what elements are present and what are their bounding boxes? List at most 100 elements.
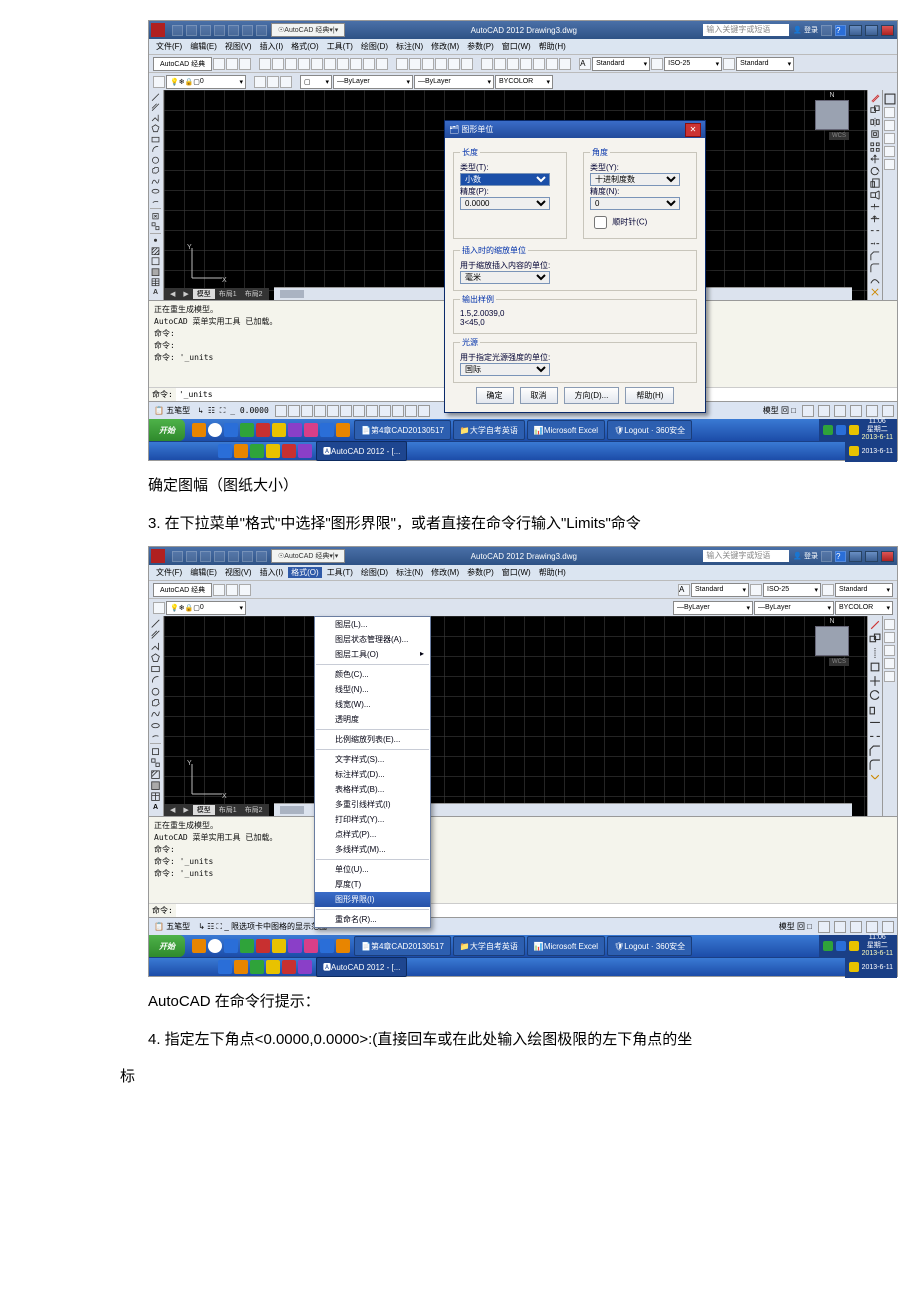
format-menu-item[interactable]: 比例缩放列表(E)... <box>315 732 430 747</box>
ws-icon[interactable] <box>818 405 830 417</box>
task2-2[interactable]: 📁 大学自考英语 <box>453 936 525 956</box>
status-right[interactable]: 模型 回 □ <box>761 405 798 416</box>
model-tabs2[interactable]: ◀▶ 模型 布局1布局2 <box>164 804 269 816</box>
ql3-icon[interactable] <box>240 423 254 437</box>
insert2-icon[interactable] <box>150 747 161 756</box>
menu2-format[interactable]: 格式(O) <box>288 567 322 578</box>
format-menu-item[interactable]: 打印样式(Y)... <box>315 812 430 827</box>
tab-model[interactable]: 模型 <box>193 289 215 299</box>
tb-dc-icon[interactable] <box>494 58 506 70</box>
print2-icon[interactable] <box>228 551 239 562</box>
arc2-icon[interactable] <box>150 675 161 684</box>
modify-toolbar2-r2[interactable] <box>882 616 897 816</box>
direction-button[interactable]: 方向(D)... <box>564 387 620 404</box>
format-menu-item[interactable]: 线型(N)... <box>315 682 430 697</box>
sc-toggle[interactable] <box>418 405 430 417</box>
layer-combo[interactable]: 💡❄🔒▢ 0 <box>166 75 246 89</box>
linetype-combo2[interactable]: — ByLayer <box>673 601 753 615</box>
arc-icon[interactable] <box>150 145 161 153</box>
ime2-indicator[interactable]: 📋 五笔型 <box>152 921 192 932</box>
minimize-button[interactable] <box>849 25 862 36</box>
close-button[interactable] <box>881 25 894 36</box>
menu-modify[interactable]: 修改(M) <box>428 41 462 52</box>
ql1-icon[interactable] <box>192 423 206 437</box>
plotstyle-combo[interactable]: BYCOLOR <box>495 75 553 89</box>
tb-new-icon[interactable] <box>259 58 271 70</box>
tb-help-icon[interactable] <box>559 58 571 70</box>
menu-format[interactable]: 格式(O) <box>288 41 322 52</box>
sb2c-icon[interactable] <box>850 921 862 933</box>
xline-icon[interactable] <box>150 103 161 111</box>
mr3-icon[interactable] <box>869 647 881 659</box>
text-icon[interactable]: A <box>150 289 161 297</box>
format-menu-item[interactable]: 重命名(R)... <box>315 912 430 927</box>
menu2-modify[interactable]: 修改(M) <box>428 567 462 578</box>
r2b-icon[interactable] <box>234 444 248 458</box>
r2a-icon[interactable] <box>218 444 232 458</box>
ql5-icon[interactable] <box>272 423 286 437</box>
help-icon[interactable]: ? <box>835 25 846 36</box>
properties-toolbar2[interactable]: 💡❄🔒▢ 0 — ByLayer — ByLayer BYCOLOR <box>149 598 897 616</box>
new-icon[interactable] <box>172 25 183 36</box>
drawing-area2[interactable]: A WCS YX ◀▶ 模型 布局1布局2 图层(L)...图层状态管理器(A)… <box>149 616 897 816</box>
modify-toolbar2-r[interactable] <box>867 616 882 816</box>
iso-icon[interactable] <box>866 405 878 417</box>
tablestyle-combo[interactable]: Standard <box>736 57 794 71</box>
save2-icon[interactable] <box>200 551 211 562</box>
tb-zoomp-icon[interactable] <box>461 58 473 70</box>
linetype-combo[interactable]: — ByLayer <box>333 75 413 89</box>
t2a-icon[interactable] <box>213 584 225 596</box>
r2m5-icon[interactable] <box>884 671 895 682</box>
tab-layout1[interactable]: 布局1 <box>215 289 241 299</box>
annoscale-icon[interactable] <box>802 405 814 417</box>
menu-edit[interactable]: 编辑(E) <box>187 41 220 52</box>
maximize2-button[interactable] <box>865 551 878 562</box>
join-icon[interactable] <box>869 239 881 249</box>
menubar[interactable]: 文件(F) 编辑(E) 视图(V) 插入(I) 格式(O) 工具(T) 绘图(D… <box>149 39 897 54</box>
format-menu-item[interactable]: 单位(U)... <box>315 862 430 877</box>
menu-view[interactable]: 视图(V) <box>222 41 255 52</box>
circle-icon[interactable] <box>150 156 161 164</box>
hw-icon[interactable] <box>850 405 862 417</box>
tb-match-icon[interactable] <box>376 58 388 70</box>
erase-icon[interactable] <box>869 93 881 103</box>
layerprev-icon[interactable] <box>280 76 292 88</box>
line2-icon[interactable] <box>150 619 161 628</box>
line-icon[interactable] <box>150 93 161 101</box>
tb-prop-icon[interactable] <box>481 58 493 70</box>
spline2-icon[interactable] <box>150 709 161 718</box>
viewcube[interactable] <box>815 100 849 130</box>
ellipsearc-icon[interactable] <box>150 198 161 206</box>
tray2-icon[interactable] <box>836 425 846 435</box>
maximize-button[interactable] <box>865 25 878 36</box>
draw-toolbar[interactable]: A <box>149 90 164 300</box>
menu2-help[interactable]: 帮助(H) <box>536 567 569 578</box>
t2-tbl-icon[interactable] <box>822 584 834 596</box>
command-input-line2[interactable]: 命令: <box>149 903 897 917</box>
task-3[interactable]: 📊 Microsoft Excel <box>527 420 605 440</box>
menu2-tools[interactable]: 工具(T) <box>324 567 356 578</box>
dialog-titlebar[interactable]: 🗂 图形单位 ✕ <box>445 121 705 138</box>
explode-icon[interactable] <box>869 287 881 297</box>
modify-toolbar[interactable] <box>867 90 882 300</box>
format-menu-item[interactable]: 标注样式(D)... <box>315 767 430 782</box>
command-input2[interactable] <box>176 904 897 917</box>
standard-toolbar2[interactable]: AutoCAD 经典 A Standard ISO-25 Standard <box>149 580 897 598</box>
point-icon[interactable] <box>150 236 161 244</box>
length-prec-select[interactable]: 0.0000 <box>460 197 550 210</box>
tray1-icon[interactable] <box>823 425 833 435</box>
insert-unit-select[interactable]: 毫米 <box>460 271 550 284</box>
ducs-toggle[interactable] <box>353 405 365 417</box>
r2m1-icon[interactable] <box>884 619 895 630</box>
quicklaunch[interactable] <box>192 423 350 437</box>
viewcube2[interactable] <box>815 626 849 656</box>
start2-button[interactable]: 开始 <box>149 935 185 957</box>
t2-std-icon[interactable]: A <box>678 584 690 596</box>
style-table-icon[interactable] <box>723 58 735 70</box>
task-1[interactable]: 📄 第4章CAD20130517 <box>354 420 451 440</box>
task2-3[interactable]: 📊 Microsoft Excel <box>527 936 605 956</box>
format-menu-item[interactable]: 图层(L)... <box>315 617 430 632</box>
tpy-toggle[interactable] <box>392 405 404 417</box>
text2-icon[interactable]: A <box>150 804 161 813</box>
tb-zoomw-icon[interactable] <box>448 58 460 70</box>
